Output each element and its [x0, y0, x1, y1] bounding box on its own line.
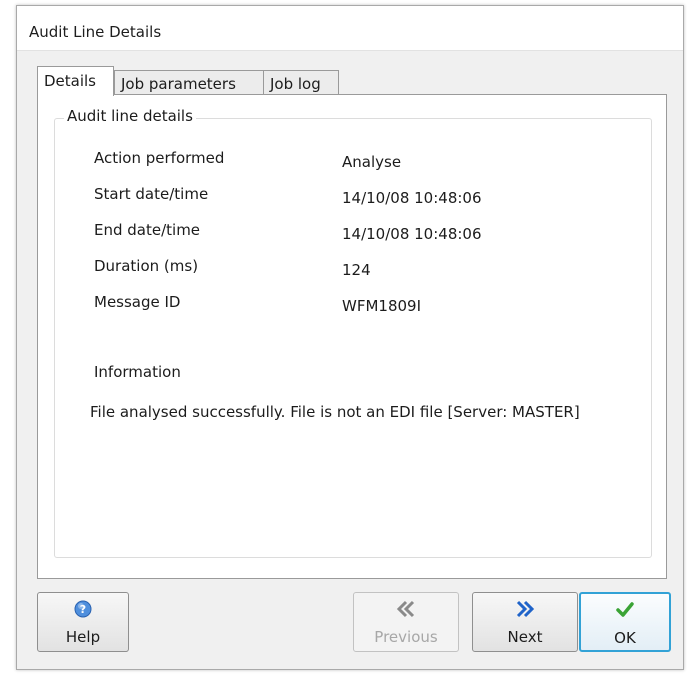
window-title: Audit Line Details	[29, 23, 162, 41]
previous-button-label: Previous	[374, 628, 438, 646]
next-button[interactable]: Next	[472, 592, 578, 652]
ok-button[interactable]: OK	[579, 592, 671, 652]
information-text: File analysed successfully. File is not …	[90, 403, 580, 421]
next-button-label: Next	[507, 628, 543, 646]
checkmark-icon	[581, 601, 669, 621]
details-tab-panel: Audit line details Action performed Anal…	[37, 94, 667, 579]
ok-button-label: OK	[614, 629, 636, 647]
tab-job-parameters[interactable]: Job parameters	[114, 70, 264, 95]
audit-line-details-dialog: Audit Line Details Details Job parameter…	[16, 5, 684, 670]
group-title: Audit line details	[64, 107, 196, 125]
duration-label: Duration (ms)	[94, 257, 199, 275]
start-datetime-label: Start date/time	[94, 185, 209, 203]
message-id-value: WFM1809I	[342, 297, 421, 315]
svg-text:?: ?	[80, 603, 86, 616]
double-chevron-left-icon	[354, 600, 458, 620]
end-datetime-label: End date/time	[94, 221, 201, 239]
double-chevron-right-icon	[473, 600, 577, 620]
duration-value: 124	[342, 261, 371, 279]
tab-details[interactable]: Details	[37, 66, 114, 96]
previous-button[interactable]: Previous	[353, 592, 459, 652]
title-bar: Audit Line Details	[17, 6, 683, 51]
help-icon: ?	[38, 600, 128, 620]
information-label: Information	[94, 363, 181, 381]
help-button[interactable]: ? Help	[37, 592, 129, 652]
start-datetime-value: 14/10/08 10:48:06	[342, 189, 482, 207]
help-button-label: Help	[65, 628, 101, 646]
action-performed-label: Action performed	[94, 149, 225, 167]
audit-line-details-group: Audit line details Action performed Anal…	[54, 107, 652, 558]
tab-job-log[interactable]: Job log	[263, 70, 339, 95]
action-performed-value: Analyse	[342, 153, 402, 171]
message-id-label: Message ID	[94, 293, 181, 311]
end-datetime-value: 14/10/08 10:48:06	[342, 225, 482, 243]
